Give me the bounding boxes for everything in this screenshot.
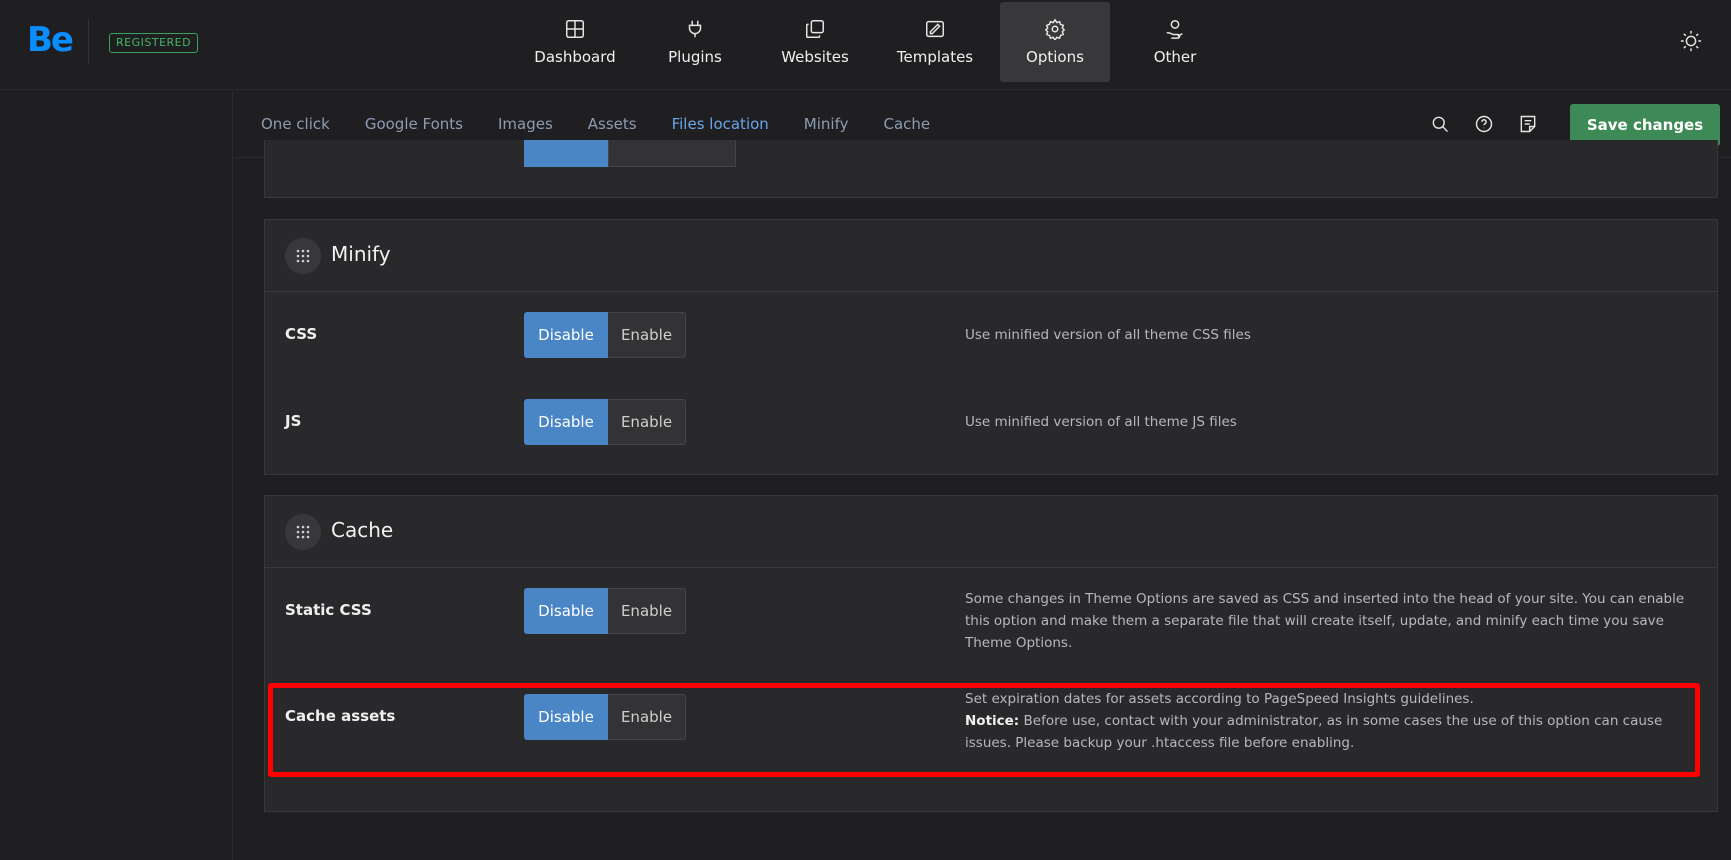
nav-templates[interactable]: Templates <box>880 2 990 82</box>
css-disable-button[interactable]: Disable <box>524 312 608 358</box>
nav-websites[interactable]: Websites <box>760 2 870 82</box>
cache-title: Cache <box>331 518 394 542</box>
templates-icon <box>926 20 944 38</box>
static-css-toggle: Disable Enable <box>524 588 686 634</box>
nav-websites-label: Websites <box>781 48 849 66</box>
js-label: JS <box>285 412 302 430</box>
css-description: Use minified version of all theme CSS fi… <box>965 327 1251 343</box>
js-description: Use minified version of all theme JS fil… <box>965 414 1237 430</box>
cache-assets-row: Cache assets Disable Enable Set expirati… <box>265 691 1717 764</box>
nav-options[interactable]: Options <box>1000 2 1110 82</box>
js-disable-button[interactable]: Disable <box>524 399 608 445</box>
static-css-description: Some changes in Theme Options are saved … <box>965 591 1685 651</box>
cache-assets-disable-button[interactable]: Disable <box>524 694 608 740</box>
minify-title: Minify <box>331 242 391 266</box>
cache-assets-enable-button[interactable]: Enable <box>608 694 686 740</box>
nav-dashboard[interactable]: Dashboard <box>520 2 630 82</box>
be-logo[interactable]: Be <box>27 20 74 60</box>
cache-assets-desc-text: Set expiration dates for assets accordin… <box>965 691 1474 707</box>
cache-panel-header: Cache <box>265 496 1717 568</box>
registered-badge: REGISTERED <box>109 33 199 53</box>
static-css-label: Static CSS <box>285 601 372 619</box>
cache-assets-description: Set expiration dates for assets accordin… <box>965 688 1685 754</box>
plug-icon <box>688 20 702 38</box>
search-icon <box>1432 116 1449 133</box>
hand-user-icon <box>1166 20 1183 39</box>
help-button[interactable] <box>1474 114 1496 136</box>
sun-icon <box>1680 30 1702 52</box>
js-enable-button[interactable]: Enable <box>608 399 686 445</box>
notice-text: Before use, contact with your administra… <box>965 713 1663 751</box>
notes-icon <box>1520 115 1536 133</box>
nav-other[interactable]: Other <box>1120 2 1230 82</box>
previous-panel <box>264 140 1718 198</box>
previous-toggle-enable[interactable] <box>608 140 736 167</box>
js-toggle: Disable Enable <box>524 399 686 445</box>
static-css-enable-button[interactable]: Enable <box>608 588 686 634</box>
top-bar: Be REGISTERED Dashboard Plugins Websites… <box>0 0 1731 90</box>
css-toggle: Disable Enable <box>524 312 686 358</box>
drag-handle[interactable] <box>285 238 321 274</box>
css-row: CSS Disable Enable Use minified version … <box>265 312 1717 358</box>
static-css-row: Static CSS Disable Enable Some changes i… <box>265 588 1717 658</box>
notice-label: Notice: <box>965 713 1020 729</box>
cache-assets-label: Cache assets <box>285 707 396 725</box>
css-label: CSS <box>285 325 318 343</box>
grip-dots-icon <box>296 525 310 539</box>
drag-handle[interactable] <box>285 514 321 550</box>
nav-other-label: Other <box>1153 48 1197 66</box>
grip-dots-icon <box>296 249 310 263</box>
theme-toggle[interactable] <box>1680 30 1702 52</box>
minify-panel: Minify CSS Disable Enable Use minified v… <box>264 219 1718 475</box>
cache-panel: Cache Static CSS Disable Enable Some cha… <box>264 495 1718 812</box>
nav-options-label: Options <box>1026 48 1084 66</box>
nav-plugins[interactable]: Plugins <box>640 2 750 82</box>
gear-icon <box>1044 18 1066 40</box>
css-enable-button[interactable]: Enable <box>608 312 686 358</box>
main-nav: Dashboard Plugins Websites Templates Opt… <box>520 2 1240 82</box>
search-button[interactable] <box>1430 114 1452 136</box>
cache-assets-toggle: Disable Enable <box>524 694 686 740</box>
websites-icon <box>806 20 824 38</box>
nav-templates-label: Templates <box>896 48 974 66</box>
minify-panel-header: Minify <box>265 220 1717 292</box>
nav-dashboard-label: Dashboard <box>534 48 616 66</box>
left-sidebar <box>0 91 233 860</box>
js-row: JS Disable Enable Use minified version o… <box>265 399 1717 445</box>
help-icon <box>1475 115 1493 133</box>
static-css-disable-button[interactable]: Disable <box>524 588 608 634</box>
logo-divider <box>88 20 89 64</box>
previous-toggle-disable[interactable] <box>524 140 608 167</box>
notes-button[interactable] <box>1518 114 1540 136</box>
nav-plugins-label: Plugins <box>668 48 722 66</box>
dashboard-icon <box>566 20 584 38</box>
